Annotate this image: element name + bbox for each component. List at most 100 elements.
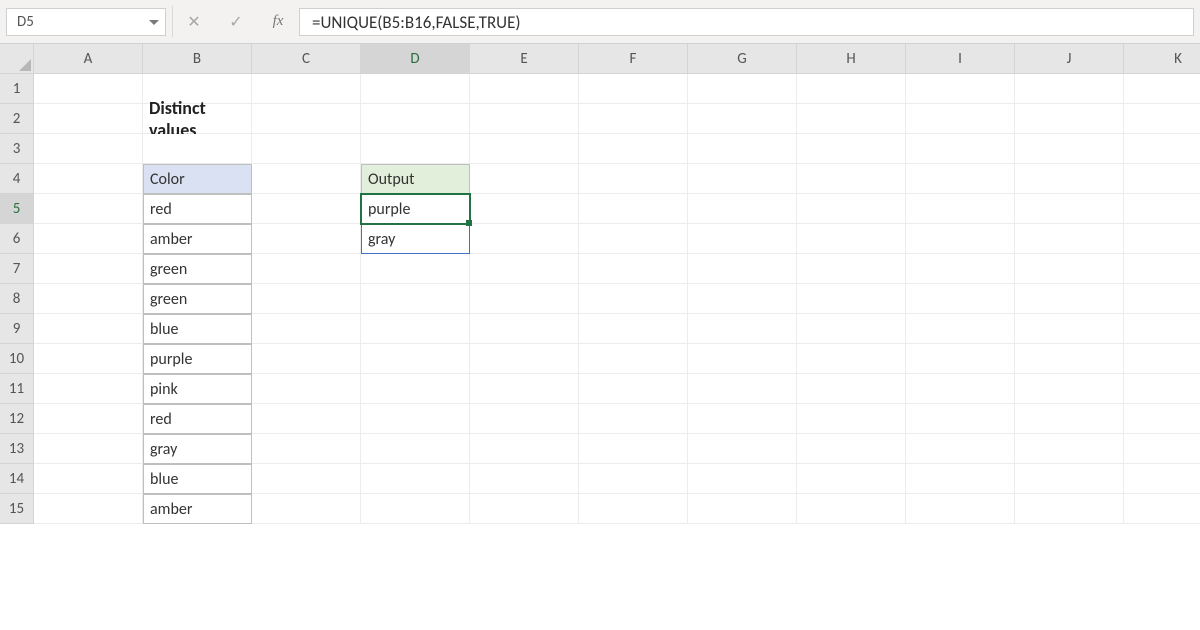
- cell-G7[interactable]: [688, 254, 797, 284]
- row-header-4[interactable]: 4: [0, 164, 34, 194]
- cell-I11[interactable]: [906, 374, 1015, 404]
- cell-B6[interactable]: amber: [143, 224, 252, 254]
- cell-B11[interactable]: pink: [143, 374, 252, 404]
- cancel-icon[interactable]: ✕: [183, 11, 205, 33]
- cell-D10[interactable]: [361, 344, 470, 374]
- cell-J12[interactable]: [1015, 404, 1124, 434]
- cell-I7[interactable]: [906, 254, 1015, 284]
- cell-C3[interactable]: [252, 134, 361, 164]
- cell-C4[interactable]: [252, 164, 361, 194]
- cell-B2[interactable]: Distinct values: [143, 104, 252, 134]
- row-header-1[interactable]: 1: [0, 74, 34, 104]
- cell-D6[interactable]: gray: [361, 224, 470, 254]
- cell-E8[interactable]: [470, 284, 579, 314]
- cell-I15[interactable]: [906, 494, 1015, 524]
- cell-H11[interactable]: [797, 374, 906, 404]
- column-header-F[interactable]: F: [579, 44, 688, 74]
- cell-F4[interactable]: [579, 164, 688, 194]
- fx-button[interactable]: fx: [267, 11, 289, 33]
- cell-J8[interactable]: [1015, 284, 1124, 314]
- cell-J15[interactable]: [1015, 494, 1124, 524]
- cell-I5[interactable]: [906, 194, 1015, 224]
- cell-G10[interactable]: [688, 344, 797, 374]
- cell-B13[interactable]: gray: [143, 434, 252, 464]
- row-header-15[interactable]: 15: [0, 494, 34, 524]
- cell-J9[interactable]: [1015, 314, 1124, 344]
- cell-I13[interactable]: [906, 434, 1015, 464]
- cell-J13[interactable]: [1015, 434, 1124, 464]
- cell-B3[interactable]: [143, 134, 252, 164]
- row-header-2[interactable]: 2: [0, 104, 34, 134]
- cell-J11[interactable]: [1015, 374, 1124, 404]
- cell-B4[interactable]: Color: [143, 164, 252, 194]
- spreadsheet-grid[interactable]: ABCDEFGHIJK12Distinct values34ColorOutpu…: [0, 44, 1200, 524]
- cell-J1[interactable]: [1015, 74, 1124, 104]
- cell-J6[interactable]: [1015, 224, 1124, 254]
- cell-E9[interactable]: [470, 314, 579, 344]
- cell-D8[interactable]: [361, 284, 470, 314]
- row-header-11[interactable]: 11: [0, 374, 34, 404]
- cell-F8[interactable]: [579, 284, 688, 314]
- cell-F13[interactable]: [579, 434, 688, 464]
- cell-K10[interactable]: [1124, 344, 1200, 374]
- cell-D15[interactable]: [361, 494, 470, 524]
- cell-J7[interactable]: [1015, 254, 1124, 284]
- cell-F15[interactable]: [579, 494, 688, 524]
- cell-H9[interactable]: [797, 314, 906, 344]
- cell-K4[interactable]: [1124, 164, 1200, 194]
- cell-K11[interactable]: [1124, 374, 1200, 404]
- cell-A12[interactable]: [34, 404, 143, 434]
- cell-C15[interactable]: [252, 494, 361, 524]
- cell-C8[interactable]: [252, 284, 361, 314]
- cell-I8[interactable]: [906, 284, 1015, 314]
- chevron-down-icon[interactable]: [149, 20, 159, 25]
- row-header-3[interactable]: 3: [0, 134, 34, 164]
- cell-F2[interactable]: [579, 104, 688, 134]
- cell-F12[interactable]: [579, 404, 688, 434]
- cell-A11[interactable]: [34, 374, 143, 404]
- cell-B15[interactable]: amber: [143, 494, 252, 524]
- cell-G1[interactable]: [688, 74, 797, 104]
- column-header-I[interactable]: I: [906, 44, 1015, 74]
- cell-D5[interactable]: purple: [361, 194, 470, 224]
- cell-G5[interactable]: [688, 194, 797, 224]
- cell-J2[interactable]: [1015, 104, 1124, 134]
- row-header-8[interactable]: 8: [0, 284, 34, 314]
- cell-A13[interactable]: [34, 434, 143, 464]
- cell-F7[interactable]: [579, 254, 688, 284]
- cell-H14[interactable]: [797, 464, 906, 494]
- enter-icon[interactable]: ✓: [225, 11, 247, 33]
- cell-E6[interactable]: [470, 224, 579, 254]
- cell-E5[interactable]: [470, 194, 579, 224]
- cell-J14[interactable]: [1015, 464, 1124, 494]
- cell-K7[interactable]: [1124, 254, 1200, 284]
- cell-E1[interactable]: [470, 74, 579, 104]
- cell-C1[interactable]: [252, 74, 361, 104]
- cell-I4[interactable]: [906, 164, 1015, 194]
- cell-H3[interactable]: [797, 134, 906, 164]
- row-header-7[interactable]: 7: [0, 254, 34, 284]
- cell-K2[interactable]: [1124, 104, 1200, 134]
- cell-H8[interactable]: [797, 284, 906, 314]
- cell-F6[interactable]: [579, 224, 688, 254]
- cell-H5[interactable]: [797, 194, 906, 224]
- cell-I1[interactable]: [906, 74, 1015, 104]
- cell-A10[interactable]: [34, 344, 143, 374]
- column-header-H[interactable]: H: [797, 44, 906, 74]
- cell-K9[interactable]: [1124, 314, 1200, 344]
- cell-A1[interactable]: [34, 74, 143, 104]
- cell-K5[interactable]: [1124, 194, 1200, 224]
- cell-F5[interactable]: [579, 194, 688, 224]
- column-header-K[interactable]: K: [1124, 44, 1200, 74]
- cell-H1[interactable]: [797, 74, 906, 104]
- row-header-6[interactable]: 6: [0, 224, 34, 254]
- cell-G11[interactable]: [688, 374, 797, 404]
- cell-D11[interactable]: [361, 374, 470, 404]
- cell-E14[interactable]: [470, 464, 579, 494]
- column-header-A[interactable]: A: [34, 44, 143, 74]
- row-header-13[interactable]: 13: [0, 434, 34, 464]
- cell-G2[interactable]: [688, 104, 797, 134]
- column-header-B[interactable]: B: [143, 44, 252, 74]
- cell-J5[interactable]: [1015, 194, 1124, 224]
- cell-G14[interactable]: [688, 464, 797, 494]
